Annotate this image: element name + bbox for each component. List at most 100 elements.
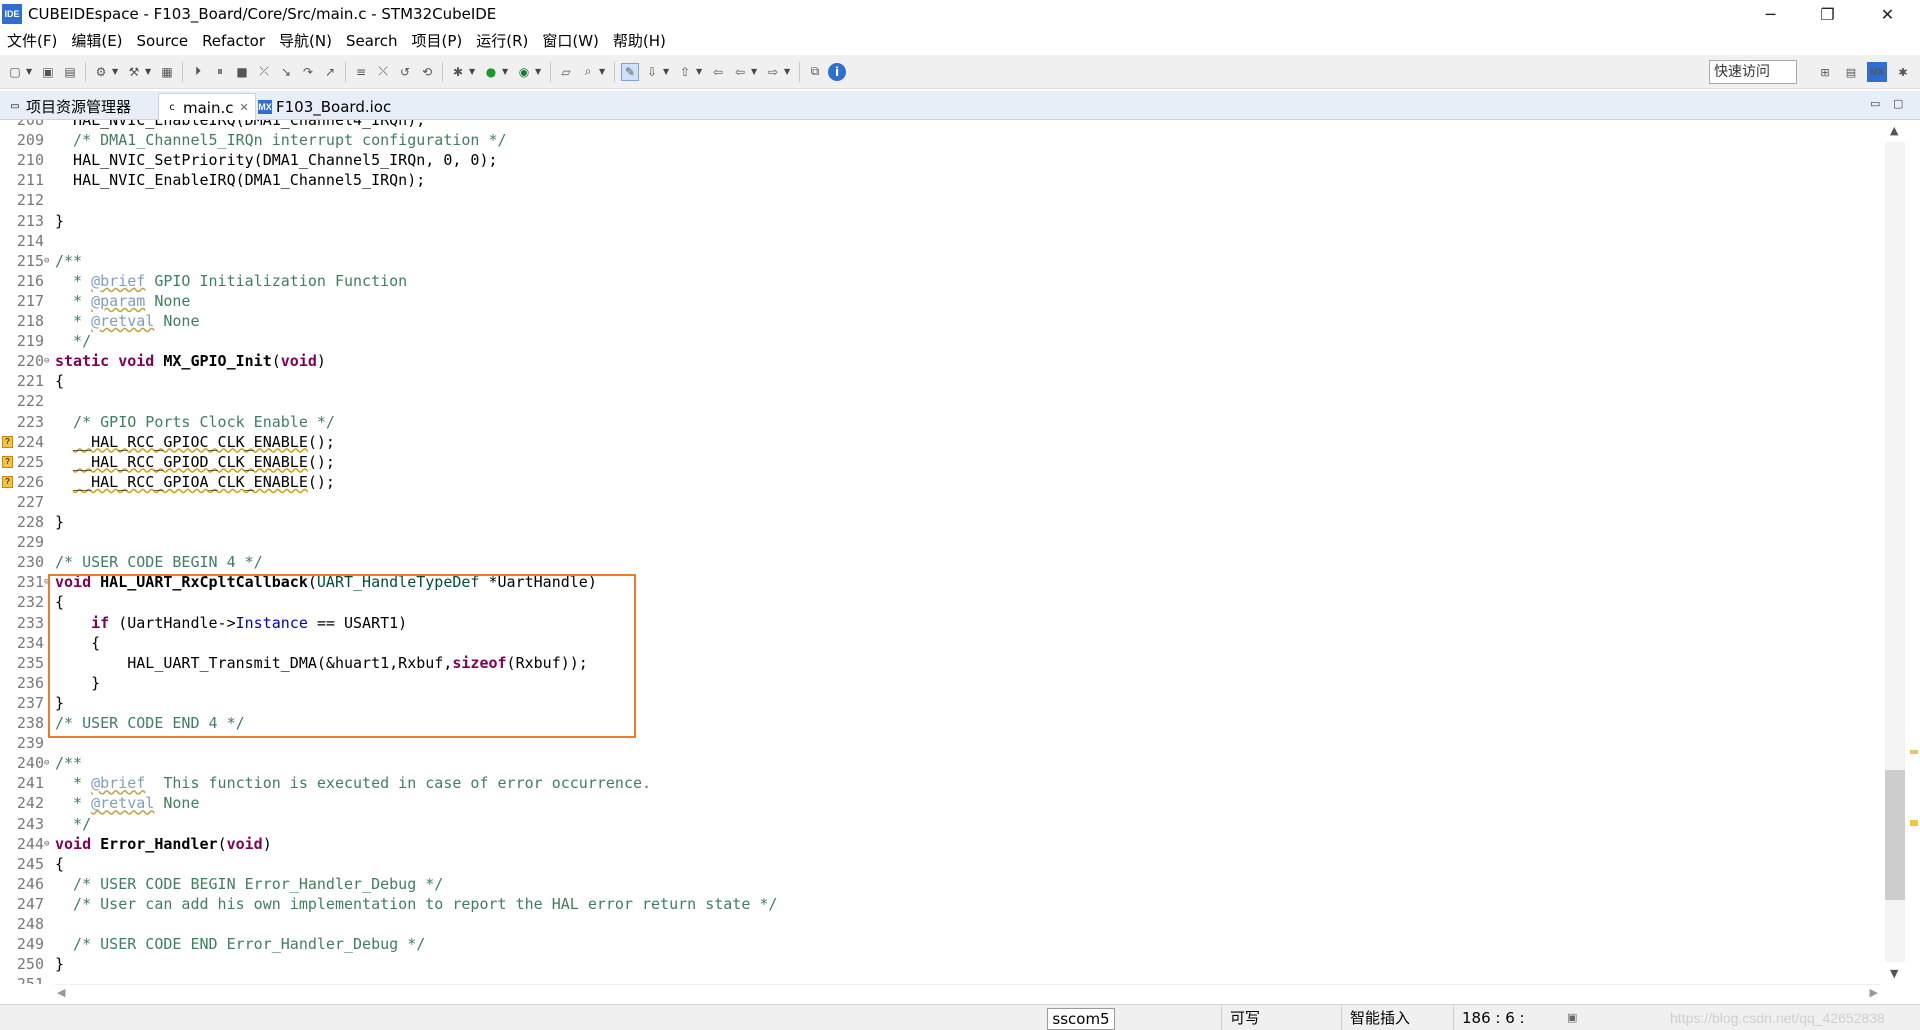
code-line[interactable]: 227 xyxy=(0,492,1880,512)
code-line[interactable]: 222 xyxy=(0,391,1880,411)
code-line[interactable]: ? 224 __HAL_RCC_GPIOC_CLK_ENABLE(); xyxy=(0,432,1880,452)
menu-source[interactable]: Source xyxy=(130,29,196,53)
code-line[interactable]: 242 * @retval None xyxy=(0,793,1880,813)
tab-ioc-file[interactable]: MX F103_Board.ioc xyxy=(252,93,397,120)
close-button[interactable]: ✕ xyxy=(1860,0,1915,28)
fold-toggle-icon[interactable]: ⊖ xyxy=(44,351,49,371)
open-perspective-window-icon[interactable]: ⧉ xyxy=(806,63,824,81)
code-line[interactable]: 219 */ xyxy=(0,331,1880,351)
warning-marker-icon[interactable]: ? xyxy=(2,435,13,448)
warning-marker-icon[interactable]: ? xyxy=(2,455,13,468)
code-line[interactable]: 214 xyxy=(0,231,1880,251)
code-line[interactable]: ? 225 __HAL_RCC_GPIOD_CLK_ENABLE(); xyxy=(0,452,1880,472)
step-return-icon[interactable]: ↗ xyxy=(321,63,339,81)
overview-marker[interactable] xyxy=(1910,750,1918,754)
fold-toggle-icon[interactable]: ⊖ xyxy=(44,753,49,773)
scroll-right-icon[interactable]: ▶ xyxy=(1870,986,1878,999)
scroll-thumb[interactable] xyxy=(1885,770,1905,900)
minimize-button[interactable]: ─ xyxy=(1743,0,1798,28)
code-line[interactable]: 251 xyxy=(0,974,1880,984)
debug-icon[interactable]: ✱ xyxy=(449,63,467,81)
code-line[interactable]: 245 { xyxy=(0,854,1880,874)
prev-annotation-icon[interactable]: ⇧ xyxy=(676,63,694,81)
code-line[interactable]: 240 ⊖ /** xyxy=(0,753,1880,773)
quick-access-input[interactable]: 快速访问 xyxy=(1709,60,1797,84)
chevron-down-icon[interactable]: ▼ xyxy=(145,67,153,76)
code-line[interactable]: 209 /* DMA1_Channel5_IRQn interrupt conf… xyxy=(0,130,1880,150)
cubemx-perspective-icon[interactable]: MX xyxy=(1867,62,1887,82)
next-annotation-icon[interactable]: ⇩ xyxy=(643,63,661,81)
maximize-button[interactable]: ❐ xyxy=(1800,0,1855,28)
chevron-down-icon[interactable]: ▼ xyxy=(784,67,792,76)
menu-edit[interactable]: 编辑(E) xyxy=(64,29,129,53)
build-config-icon[interactable]: ⚙ xyxy=(92,63,110,81)
code-line[interactable]: 234 { xyxy=(0,633,1880,653)
step-into-icon[interactable]: ↘ xyxy=(277,63,295,81)
code-line[interactable]: 232 { xyxy=(0,592,1880,612)
step-over-icon[interactable]: ↷ xyxy=(299,63,317,81)
chevron-down-icon[interactable]: ▼ xyxy=(469,67,477,76)
instruction-step-icon[interactable]: ≡ xyxy=(352,63,370,81)
code-line[interactable]: 235 HAL_UART_Transmit_DMA(&huart1,Rxbuf,… xyxy=(0,653,1880,673)
code-line[interactable]: 238 /* USER CODE END 4 */ xyxy=(0,713,1880,733)
code-line[interactable]: 246 /* USER CODE BEGIN Error_Handler_Deb… xyxy=(0,874,1880,894)
last-edit-icon[interactable]: ⇦ xyxy=(709,63,727,81)
terminate-icon[interactable]: ■ xyxy=(233,63,251,81)
code-line[interactable]: 248 xyxy=(0,914,1880,934)
code-line[interactable]: 244 ⊖ void Error_Handler(void) xyxy=(0,834,1880,854)
save-all-icon[interactable]: ▤ xyxy=(61,63,79,81)
minimize-view-icon[interactable]: ▭ xyxy=(1870,97,1884,110)
fold-toggle-icon[interactable]: ⊖ xyxy=(44,572,49,592)
chevron-down-icon[interactable]: ▼ xyxy=(535,67,543,76)
debug-launch-icon[interactable]: ▦ xyxy=(158,63,176,81)
fold-toggle-icon[interactable]: ⊖ xyxy=(44,251,49,271)
code-line[interactable]: 231 ⊖ void HAL_UART_RxCpltCallback(UART_Ha… xyxy=(0,572,1880,592)
code-line[interactable]: 221 { xyxy=(0,371,1880,391)
scroll-down-icon[interactable]: ▼ xyxy=(1890,967,1898,980)
maximize-view-icon[interactable]: ▢ xyxy=(1893,97,1907,110)
code-line[interactable]: 223 /* GPIO Ports Clock Enable */ xyxy=(0,412,1880,432)
suspend-icon[interactable]: ⏸ xyxy=(211,63,229,81)
chevron-down-icon[interactable]: ▼ xyxy=(751,67,759,76)
menu-run[interactable]: 运行(R) xyxy=(469,29,535,53)
code-line[interactable]: 237} xyxy=(0,693,1880,713)
toggle-mark-icon[interactable]: ✎ xyxy=(621,62,639,81)
insert-mode-status[interactable]: 智能插入 xyxy=(1341,1005,1453,1030)
code-line[interactable]: 243 */ xyxy=(0,814,1880,834)
code-line[interactable]: ? 226 __HAL_RCC_GPIOA_CLK_ENABLE(); xyxy=(0,472,1880,492)
code-line[interactable]: 233 if (UartHandle->Instance == USART1) xyxy=(0,613,1880,633)
code-line[interactable]: 217 * @param None xyxy=(0,291,1880,311)
menu-search[interactable]: Search xyxy=(339,29,405,53)
open-perspective-icon[interactable]: ⊞ xyxy=(1815,62,1835,82)
code-line[interactable]: 210 HAL_NVIC_SetPriority(DMA1_Channel5_I… xyxy=(0,150,1880,170)
forward-icon[interactable]: ⇨ xyxy=(764,63,782,81)
restart-icon[interactable]: ⟲ xyxy=(418,63,436,81)
code-line[interactable]: 229 xyxy=(0,532,1880,552)
vertical-scrollbar[interactable]: ▲ ▼ xyxy=(1880,120,1920,984)
warning-marker-icon[interactable]: ? xyxy=(2,475,13,488)
code-line[interactable]: 216 * @brief GPIO Initialization Functio… xyxy=(0,271,1880,291)
chevron-down-icon[interactable]: ▼ xyxy=(26,67,34,76)
code-line[interactable]: 247 /* User can add his own implementati… xyxy=(0,894,1880,914)
new-file-icon[interactable]: ▢ xyxy=(6,63,24,81)
external-tools-icon[interactable]: ◉ xyxy=(515,63,533,81)
chevron-down-icon[interactable]: ▼ xyxy=(502,67,510,76)
search-icon[interactable]: ⌕ xyxy=(579,63,597,81)
code-line[interactable]: 218 * @retval None xyxy=(0,311,1880,331)
code-line[interactable]: 249 /* USER CODE END Error_Handler_Debug… xyxy=(0,934,1880,954)
code-line[interactable]: 208 HAL_NVIC_EnableIRQ(DMA1_Channel4_IRQ… xyxy=(0,120,1880,130)
code-line[interactable]: 213} xyxy=(0,211,1880,231)
code-line[interactable]: 212 xyxy=(0,190,1880,210)
info-icon[interactable]: i xyxy=(828,62,846,81)
code-line[interactable]: 236 } xyxy=(0,673,1880,693)
horizontal-scrollbar[interactable]: ◀ ▶ xyxy=(55,984,1880,1002)
debug-perspective-icon[interactable]: ✱ xyxy=(1893,62,1913,82)
menu-help[interactable]: 帮助(H) xyxy=(606,29,673,53)
chevron-down-icon[interactable]: ▼ xyxy=(663,67,671,76)
skip-breakpoints-icon[interactable]: ⤬ xyxy=(374,63,392,81)
scroll-left-icon[interactable]: ◀ xyxy=(57,986,65,999)
scroll-up-icon[interactable]: ▲ xyxy=(1890,124,1898,137)
menu-project[interactable]: 项目(P) xyxy=(404,29,469,53)
close-icon[interactable]: ✕ xyxy=(240,101,249,114)
tab-main-c[interactable]: c main.c ✕ xyxy=(158,93,256,121)
